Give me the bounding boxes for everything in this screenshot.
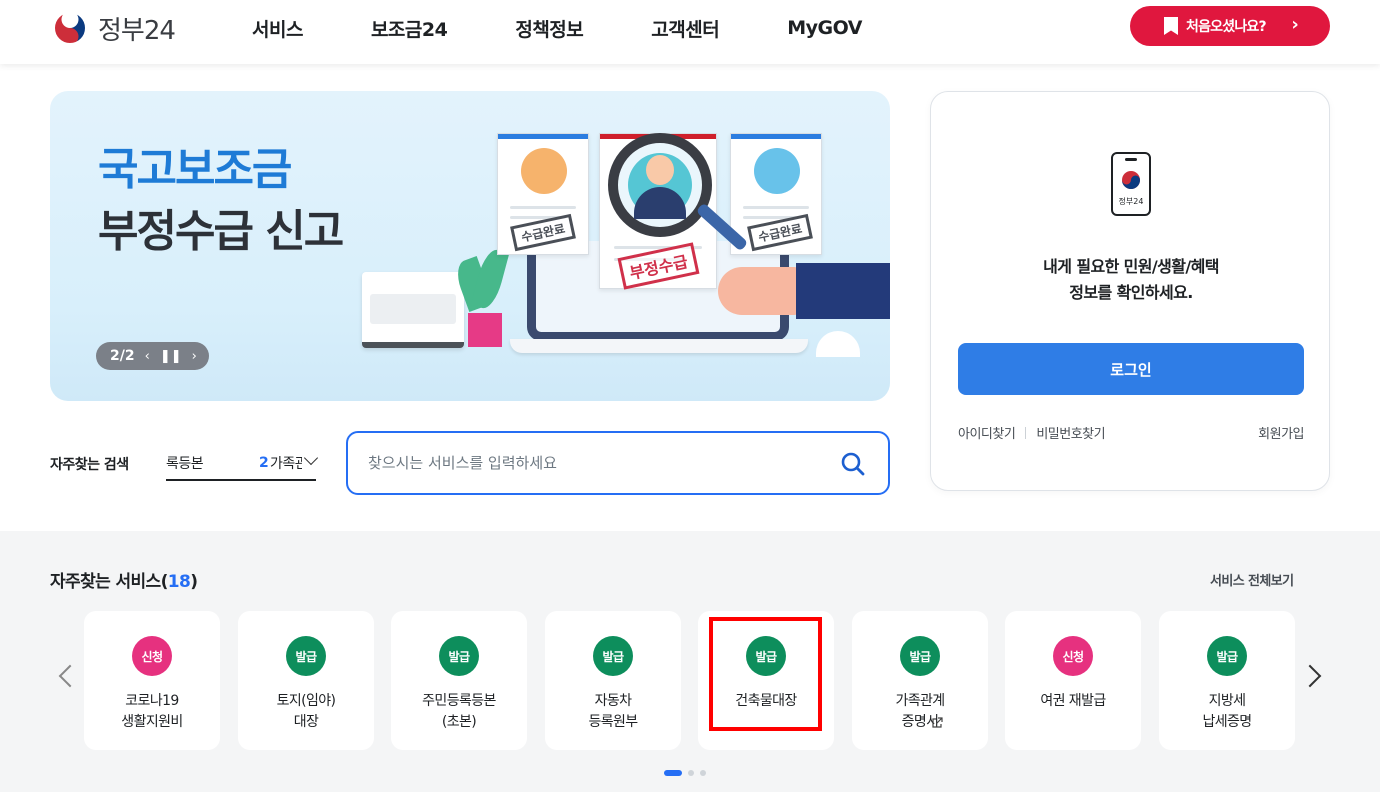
stamp-fraud: 부정수급	[617, 242, 700, 290]
chevron-right-icon: ›	[1291, 14, 1298, 35]
hand-icon	[718, 267, 800, 315]
service-name: 가족관계 증명서	[852, 691, 988, 733]
divider	[1025, 426, 1027, 439]
service-card-covid-support[interactable]: 신청 코로나19 생활지원비	[84, 611, 220, 750]
find-password-link[interactable]: 비밀번호찾기	[1036, 423, 1105, 442]
login-links: 아이디찾기 비밀번호찾기 회원가입	[958, 423, 1304, 442]
banner-pager: 2/2	[110, 348, 135, 364]
service-name: 지방세 납세증명	[1202, 693, 1252, 730]
first-visit-button[interactable]: 처음오셨나요? ›	[1130, 6, 1330, 46]
bookmark-star-icon	[1164, 17, 1178, 35]
service-badge: 신청	[1053, 636, 1093, 676]
service-card-local-tax-certificate[interactable]: 발급 지방세 납세증명	[1159, 611, 1295, 750]
gov24-logo[interactable]: 정부24	[50, 8, 176, 48]
login-message-line1: 내게 필요한 민원/생활/혜택	[1043, 257, 1219, 276]
service-badge: 신청	[132, 636, 172, 676]
phone-label: 정부24	[1118, 197, 1144, 206]
stamp-received-2: 수급완료	[747, 213, 814, 252]
main-nav: 서비스 보조금24 정책정보 고객센터 MyGOV	[252, 0, 930, 56]
carousel-next-icon[interactable]	[1298, 664, 1322, 688]
taegeuk-logo-icon	[50, 8, 90, 48]
carousel-prev-icon[interactable]	[58, 664, 82, 688]
pagination-dot-3[interactable]	[700, 770, 706, 776]
calendar-icon	[362, 272, 464, 348]
service-card-passport-reissue[interactable]: 신청 여권 재발급	[1005, 611, 1141, 750]
service-name: 토지(임야) 대장	[276, 693, 336, 730]
service-card-building-register[interactable]: 발급 건축물대장	[698, 611, 834, 750]
service-card-land-register[interactable]: 발급 토지(임야) 대장	[238, 611, 374, 750]
keyword-rank: 2	[259, 455, 269, 471]
nav-mygov[interactable]: MyGOV	[787, 17, 862, 39]
login-button[interactable]: 로그인	[958, 343, 1304, 395]
keyword-item[interactable]: 록등본	[166, 453, 204, 473]
service-name: 자동차 등록원부	[588, 693, 638, 730]
service-badge: 발급	[439, 636, 479, 676]
search-box	[346, 431, 890, 495]
view-all-services-link[interactable]: 서비스 전체보기	[1210, 570, 1294, 589]
banner-pause-icon[interactable]: ❚❚	[160, 349, 182, 364]
nav-subsidy24[interactable]: 보조금24	[371, 15, 448, 42]
service-badge: 발급	[900, 636, 940, 676]
service-badge: 발급	[286, 636, 326, 676]
find-id-link[interactable]: 아이디찾기	[958, 423, 1016, 442]
login-message: 내게 필요한 민원/생활/혜택 정보를 확인하세요.	[931, 254, 1331, 306]
quick-search-label: 자주찾는 검색	[50, 457, 129, 473]
search-icon[interactable]	[840, 451, 866, 477]
logo-text: 정부24	[98, 15, 176, 46]
nav-customer-center[interactable]: 고객센터	[651, 15, 719, 42]
services-count: 18	[167, 572, 191, 592]
first-visit-label: 처음오셨나요?	[1186, 19, 1267, 35]
service-name: 코로나19 생활지원비	[121, 693, 183, 730]
stamp-received-1: 수급완료	[510, 213, 577, 252]
banner-controls: 2/2 ‹ ❚❚ ›	[96, 342, 209, 370]
popular-keyword-roller[interactable]: 록등본 2 가족관계	[166, 447, 319, 481]
login-message-line2: 정보를 확인하세요.	[1069, 283, 1193, 302]
plant-pot-icon	[468, 313, 502, 347]
services-title-text: 자주찾는 서비스	[50, 572, 161, 592]
service-name: 건축물대장	[735, 693, 797, 709]
search-input[interactable]	[368, 451, 828, 475]
service-name: 여권 재발급	[1040, 693, 1106, 709]
service-name: 주민등록등본 (초본)	[422, 693, 496, 730]
banner-next-icon[interactable]: ›	[192, 349, 197, 364]
services-title: 자주찾는 서비스(18)	[50, 572, 198, 592]
header: 정부24 서비스 보조금24 정책정보 고객센터 MyGOV 처음오셨나요? ›	[0, 0, 1380, 64]
pagination-dot-1[interactable]	[664, 770, 682, 776]
pagination-dot-2[interactable]	[688, 770, 694, 776]
magnifier-icon	[608, 133, 712, 237]
service-badge: 발급	[746, 636, 786, 676]
main-banner[interactable]: 국고보조금 부정수급 신고 수급완료 수급완료 부정수급 2/2 ‹ ❚❚ ›	[50, 91, 890, 401]
nav-services[interactable]: 서비스	[252, 15, 303, 42]
join-link[interactable]: 회원가입	[1258, 423, 1304, 442]
keyword-item-2[interactable]: 가족관계	[270, 453, 302, 473]
chevron-down-icon[interactable]	[303, 450, 319, 466]
service-card-vehicle-register[interactable]: 발급 자동차 등록원부	[545, 611, 681, 750]
service-badge: 발급	[1207, 636, 1247, 676]
external-link-icon	[932, 717, 943, 728]
service-card-family-certificate[interactable]: 발급 가족관계 증명서	[852, 611, 988, 750]
service-card-resident-register[interactable]: 발급 주민등록등본 (초본)	[391, 611, 527, 750]
banner-prev-icon[interactable]: ‹	[145, 349, 150, 364]
service-badge: 발급	[593, 636, 633, 676]
login-card: 정부24 내게 필요한 민원/생활/혜택 정보를 확인하세요. 로그인 아이디찾…	[930, 91, 1330, 491]
nav-policy-info[interactable]: 정책정보	[515, 15, 583, 42]
carousel-pagination	[664, 770, 706, 776]
mobile-gov24-icon: 정부24	[1111, 152, 1151, 216]
frequent-services-section: 자주찾는 서비스(18) 서비스 전체보기 신청 코로나19 생활지원비 발급 …	[0, 531, 1380, 792]
